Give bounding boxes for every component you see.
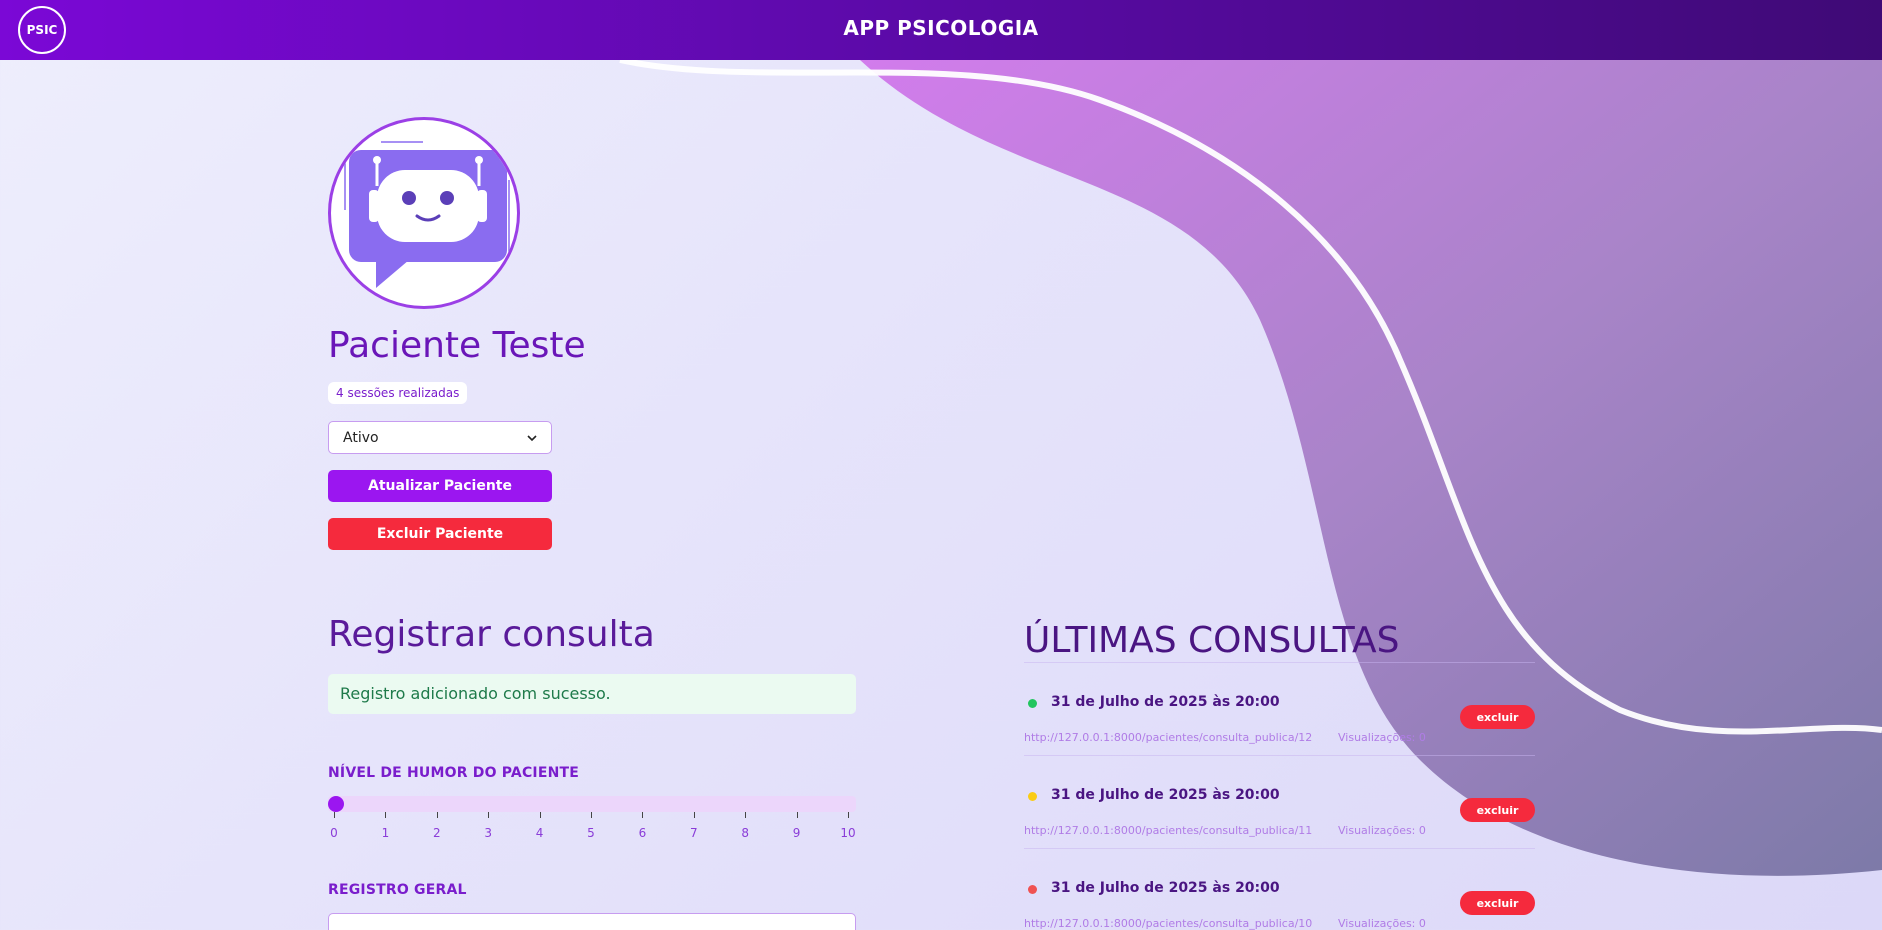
sessions-badge: 4 sessões realizadas bbox=[328, 382, 468, 404]
consultation-date: 31 de Julho de 2025 às 20:00 bbox=[1051, 787, 1280, 803]
consultation-date: 31 de Julho de 2025 às 20:00 bbox=[1051, 880, 1280, 896]
slider-tick bbox=[693, 812, 695, 818]
consultation-item: 31 de Julho de 2025 às 20:00 excluir htt… bbox=[1024, 848, 1535, 930]
slider-tick-label: 4 bbox=[535, 826, 544, 840]
slider-tick-label: 3 bbox=[484, 826, 492, 840]
patient-name: Paciente Teste bbox=[328, 325, 586, 366]
slider-tick-label: 2 bbox=[432, 826, 441, 840]
slider-tick bbox=[436, 812, 438, 818]
register-consultation-title: Registrar consulta bbox=[328, 614, 655, 655]
consultation-date: 31 de Julho de 2025 às 20:00 bbox=[1051, 694, 1280, 710]
slider-tick-label: 9 bbox=[792, 826, 801, 840]
update-patient-button[interactable]: Atualizar Paciente bbox=[328, 470, 552, 502]
consultation-views: Visualizações: 0 bbox=[1338, 917, 1426, 930]
consultation-item: 31 de Julho de 2025 às 20:00 excluir htt… bbox=[1024, 755, 1535, 848]
status-select[interactable]: Ativo bbox=[328, 421, 552, 454]
status-dot bbox=[1028, 792, 1037, 801]
slider-tick bbox=[385, 812, 387, 818]
delete-consultation-button[interactable]: excluir bbox=[1460, 891, 1535, 915]
consultation-views: Visualizações: 0 bbox=[1338, 824, 1426, 837]
slider-tick-label: 8 bbox=[741, 826, 749, 840]
patient-avatar bbox=[328, 117, 520, 309]
slider-tick-label: 0 bbox=[330, 826, 338, 840]
slider-tick-label: 5 bbox=[587, 826, 595, 840]
status-select-value: Ativo bbox=[343, 429, 379, 446]
consultation-link[interactable]: http://127.0.0.1:8000/pacientes/consulta… bbox=[1024, 731, 1312, 744]
mood-slider[interactable] bbox=[328, 796, 856, 812]
status-dot bbox=[1028, 885, 1037, 894]
status-dot bbox=[1028, 699, 1037, 708]
consultation-item: 31 de Julho de 2025 às 20:00 excluir htt… bbox=[1024, 662, 1535, 755]
success-message: Registro adicionado com sucesso. bbox=[328, 674, 856, 714]
consultation-views: Visualizações: 0 bbox=[1338, 731, 1426, 744]
slider-tick bbox=[591, 812, 592, 818]
slider-tick-label: 1 bbox=[381, 826, 390, 840]
mood-slider-thumb[interactable] bbox=[328, 796, 344, 812]
recent-consultations-title: ÚLTIMAS CONSULTAS bbox=[1024, 620, 1400, 661]
robot-chat-icon bbox=[344, 141, 510, 288]
slider-tick-label: 6 bbox=[638, 826, 647, 840]
consultation-link[interactable]: http://127.0.0.1:8000/pacientes/consulta… bbox=[1024, 824, 1312, 837]
app-title: APP PSICOLOGIA bbox=[843, 16, 1039, 40]
slider-tick bbox=[488, 812, 490, 818]
slider-tick-label: 7 bbox=[689, 826, 698, 840]
consultation-link[interactable]: http://127.0.0.1:8000/pacientes/consulta… bbox=[1024, 917, 1312, 930]
slider-tick bbox=[642, 812, 644, 818]
slider-tick bbox=[334, 812, 335, 818]
general-record-label: REGISTRO GERAL bbox=[328, 882, 467, 898]
chevron-down-icon bbox=[527, 430, 537, 446]
general-record-textarea[interactable] bbox=[328, 913, 856, 930]
slider-tick bbox=[539, 812, 541, 818]
slider-tick bbox=[848, 812, 849, 818]
delete-patient-button[interactable]: Excluir Paciente bbox=[328, 518, 552, 550]
slider-tick bbox=[796, 812, 798, 818]
slider-tick bbox=[745, 812, 747, 818]
slider-tick-label: 10 bbox=[840, 826, 856, 840]
top-navbar: PSIC APP PSICOLOGIA bbox=[0, 0, 1882, 60]
delete-consultation-button[interactable]: excluir bbox=[1460, 705, 1535, 729]
delete-consultation-button[interactable]: excluir bbox=[1460, 798, 1535, 822]
mood-level-label: NÍVEL DE HUMOR DO PACIENTE bbox=[328, 765, 580, 781]
